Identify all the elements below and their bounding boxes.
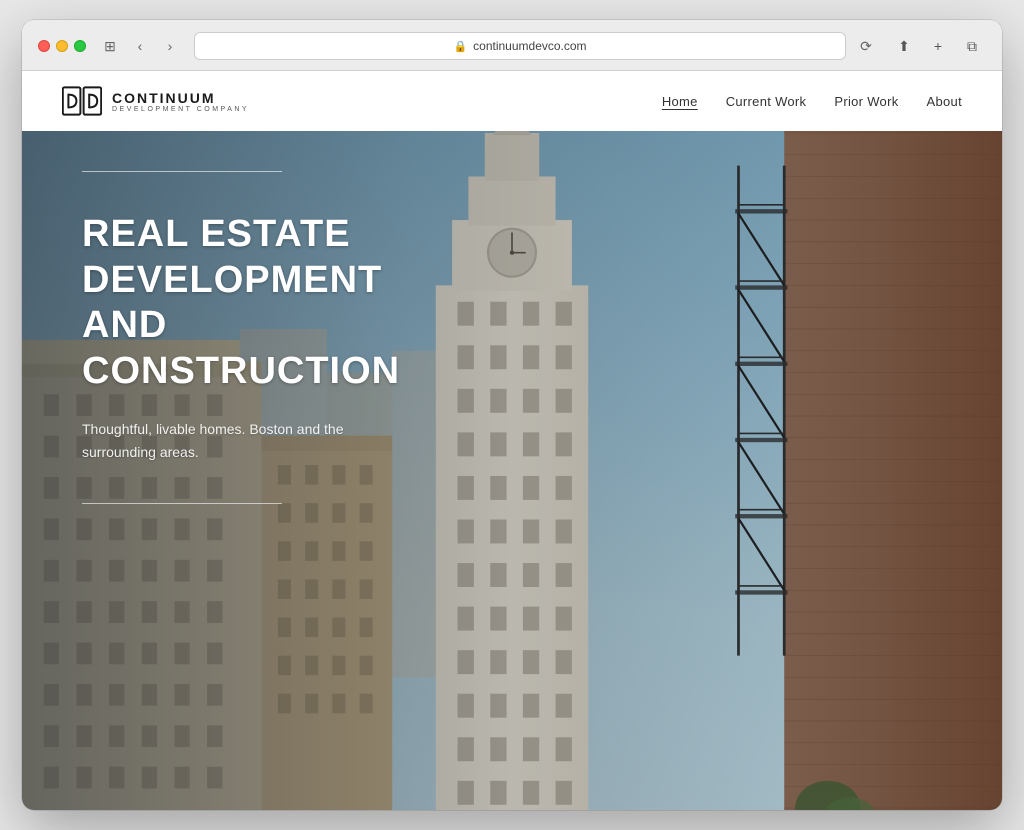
more-button[interactable]: ⧉ — [958, 32, 986, 60]
reload-button[interactable]: ⟳ — [854, 34, 878, 58]
hero-title: REAL ESTATE DEVELOPMENT AND CONSTRUCTION — [82, 212, 452, 394]
nav-current-work[interactable]: Current Work — [726, 94, 807, 109]
hero-line-bottom — [82, 503, 282, 504]
hero-section: REAL ESTATE DEVELOPMENT AND CONSTRUCTION… — [22, 131, 1002, 810]
browser-controls: ⊞ ‹ › — [98, 34, 182, 58]
nav-about[interactable]: About — [927, 94, 962, 109]
nav-home[interactable]: Home — [662, 94, 698, 109]
site-header: CONTINUUM DEVELOPMENT COMPANY Home Curre… — [22, 71, 1002, 131]
squares-icon[interactable]: ⊞ — [98, 34, 122, 58]
url-text: continuumdevco.com — [473, 39, 586, 53]
nav-prior-work[interactable]: Prior Work — [834, 94, 898, 109]
minimize-button[interactable] — [56, 40, 68, 52]
hero-line-top — [82, 171, 282, 172]
hero-title-line3: AND CONSTRUCTION — [82, 304, 400, 392]
logo-name: CONTINUUM — [112, 90, 249, 106]
address-bar[interactable]: 🔒 continuumdevco.com — [194, 32, 846, 60]
new-tab-button[interactable]: + — [924, 32, 952, 60]
forward-button[interactable]: › — [158, 34, 182, 58]
close-button[interactable] — [38, 40, 50, 52]
site-nav: Home Current Work Prior Work About — [662, 94, 962, 109]
hero-title-line2: DEVELOPMENT — [82, 259, 382, 301]
logo-subtitle: DEVELOPMENT COMPANY — [112, 106, 249, 113]
website-content: CONTINUUM DEVELOPMENT COMPANY Home Curre… — [22, 71, 1002, 810]
hero-content: REAL ESTATE DEVELOPMENT AND CONSTRUCTION… — [22, 131, 512, 544]
lock-icon: 🔒 — [453, 40, 467, 53]
browser-window: ⊞ ‹ › 🔒 continuumdevco.com ⟳ ⬆ + ⧉ — [22, 20, 1002, 810]
site-logo: CONTINUUM DEVELOPMENT COMPANY — [62, 86, 249, 116]
share-button[interactable]: ⬆ — [890, 32, 918, 60]
hero-subtitle: Thoughtful, livable homes. Boston and th… — [82, 418, 382, 463]
logo-text: CONTINUUM DEVELOPMENT COMPANY — [112, 90, 249, 113]
browser-action-buttons: ⬆ + ⧉ — [890, 32, 986, 60]
hero-title-line1: REAL ESTATE — [82, 213, 351, 255]
browser-chrome: ⊞ ‹ › 🔒 continuumdevco.com ⟳ ⬆ + ⧉ — [22, 20, 1002, 71]
logo-icon — [62, 86, 102, 116]
back-button[interactable]: ‹ — [128, 34, 152, 58]
maximize-button[interactable] — [74, 40, 86, 52]
traffic-lights — [38, 40, 86, 52]
